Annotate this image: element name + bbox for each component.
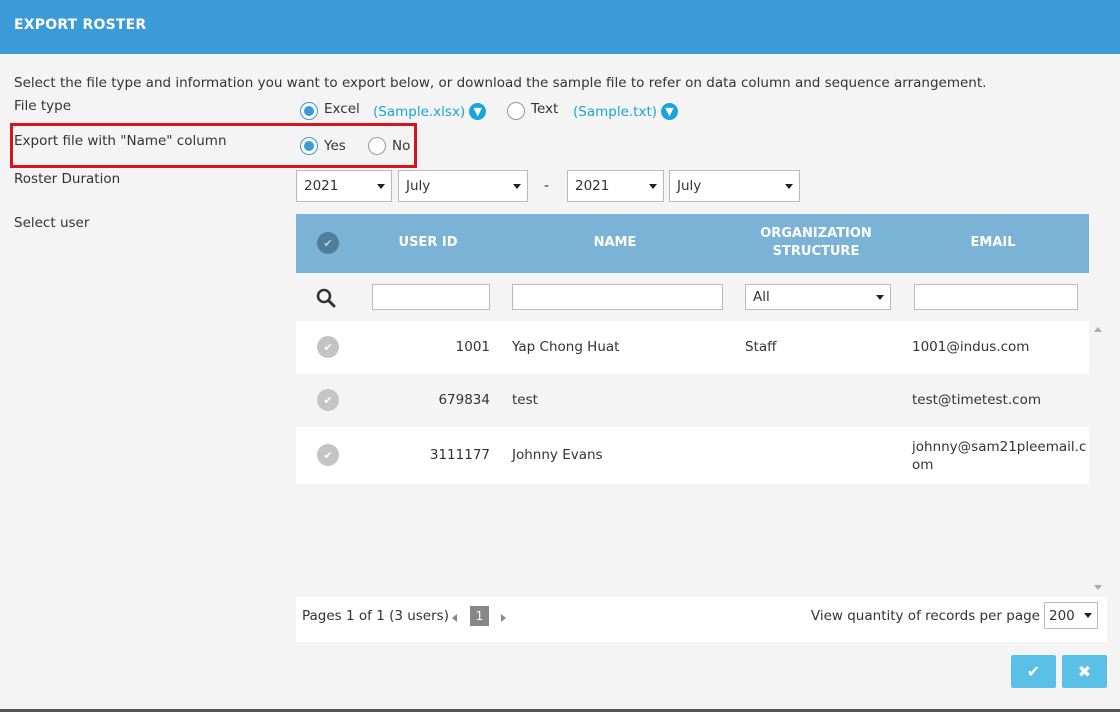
table-scrollbar[interactable] [1091,321,1106,596]
table-header: USER ID NAME ORGANIZATION STRUCTURE EMAI… [296,214,1089,273]
excel-sample-text: (Sample.xlsx) [373,103,466,120]
file-type-text-radio[interactable]: Text [507,101,559,120]
file-type-excel-radio[interactable]: Excel [300,101,360,120]
chevron-down-icon [876,295,884,300]
per-page-select[interactable]: 200 [1044,602,1098,629]
row-org: Staff [745,339,777,355]
from-month-select[interactable]: July [398,170,528,202]
org-filter-value: All [753,289,770,305]
row-email: johnny@sam21pleemail.c om [912,438,1086,474]
cancel-button[interactable]: ✖ [1062,655,1107,688]
duration-separator: - [544,178,550,194]
from-year-value: 2021 [304,178,339,194]
text-label: Text [531,101,559,117]
radio-dot [300,102,318,120]
row-email: 1001@indus.com [912,339,1030,355]
search-icon [316,288,336,308]
excel-label: Excel [324,101,360,117]
org-filter-select[interactable]: All [745,284,891,310]
to-month-select[interactable]: July [669,170,800,202]
table-row[interactable]: ✔ 3111177 Johnny Evans johnny@sam21pleem… [296,427,1089,484]
to-year-value: 2021 [575,178,610,194]
intro-text: Select the file type and information you… [14,75,987,91]
table-row[interactable]: ✔ 1001 Yap Chong Huat Staff 1001@indus.c… [296,321,1089,374]
per-page-label: View quantity of records per page [810,608,1040,624]
highlight-box [10,123,417,168]
chevron-down-icon [513,184,521,189]
file-type-label: File type [14,98,72,114]
chevron-down-icon [377,184,385,189]
roster-duration-label: Roster Duration [14,171,121,187]
row-email: test@timetest.com [912,392,1041,408]
chevron-down-icon [649,184,657,189]
row-user-id: 1001 [455,339,490,355]
download-icon: ▼ [661,103,679,120]
row-user-id: 3111177 [429,447,490,463]
scroll-up-icon[interactable] [1094,327,1102,332]
name-filter-input[interactable] [512,284,723,310]
col-name[interactable]: NAME [510,234,720,252]
dialog-title: EXPORT ROSTER [14,17,147,33]
to-month-value: July [677,178,702,194]
table-row[interactable]: ✔ 679834 test test@timetest.com [296,374,1089,427]
chevron-down-icon [1084,613,1092,618]
col-email[interactable]: EMAIL [912,234,1074,252]
chevron-down-icon [785,184,793,189]
text-sample-link[interactable]: (Sample.txt) ▼ [573,103,679,120]
row-user-id: 679834 [438,392,490,408]
prev-page-icon[interactable] [452,614,457,622]
pagination-summary: Pages 1 of 1 (3 users) [302,608,449,624]
close-icon: ✖ [1077,662,1092,681]
col-org-line1: ORGANIZATION [760,226,872,241]
radio-dot [507,102,525,120]
user-id-filter-input[interactable] [372,284,490,310]
from-year-select[interactable]: 2021 [296,170,392,202]
row-checkbox[interactable]: ✔ [317,444,339,466]
pagination-bar: Pages 1 of 1 (3 users) 1 View quantity o… [296,597,1107,642]
per-page-value: 200 [1049,607,1075,624]
from-month-value: July [406,178,431,194]
page-number[interactable]: 1 [470,606,489,626]
select-all-checkbox[interactable]: ✔ [317,232,339,254]
confirm-button[interactable]: ✔ [1011,655,1056,688]
row-name: test [512,392,538,408]
select-user-label: Select user [14,215,90,231]
col-user-id[interactable]: USER ID [366,234,490,252]
row-name: Johnny Evans [512,447,603,463]
row-checkbox[interactable]: ✔ [317,336,339,358]
excel-sample-link[interactable]: (Sample.xlsx) ▼ [373,103,487,120]
scroll-down-icon[interactable] [1094,585,1102,590]
row-checkbox[interactable]: ✔ [317,389,339,411]
col-org-line2: STRUCTURE [772,244,860,259]
row-email-line2: om [912,457,934,473]
to-year-select[interactable]: 2021 [567,170,664,202]
row-email-line1: johnny@sam21pleemail.c [912,439,1087,455]
row-name: Yap Chong Huat [512,339,620,355]
text-sample-text: (Sample.txt) [573,103,658,120]
next-page-icon[interactable] [501,614,506,622]
dialog-header: EXPORT ROSTER [0,0,1120,54]
col-org-structure[interactable]: ORGANIZATION STRUCTURE [736,225,896,261]
check-icon: ✔ [1026,662,1041,681]
email-filter-input[interactable] [914,284,1078,310]
download-icon: ▼ [469,103,487,120]
